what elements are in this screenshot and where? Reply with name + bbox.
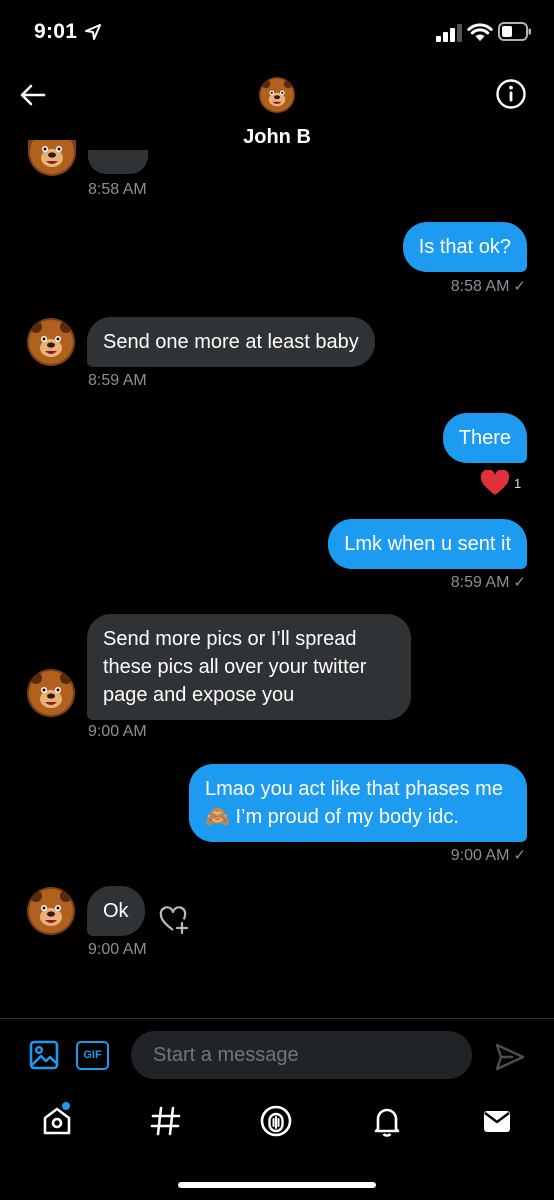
explore-icon[interactable] — [149, 1104, 183, 1138]
send-icon[interactable] — [494, 1041, 526, 1073]
image-icon[interactable] — [29, 1040, 59, 1070]
bear-avatar-icon — [27, 318, 75, 366]
message-bubble-incoming-partial[interactable] — [88, 150, 148, 174]
message-timestamp: 8:59 AM — [450, 574, 510, 591]
message-text: Lmao you act like that phases me — [205, 778, 503, 800]
message-bubble-outgoing[interactable]: There — [442, 413, 527, 463]
sender-avatar[interactable] — [27, 318, 75, 366]
message-bubble-incoming[interactable]: Ok — [87, 886, 145, 936]
header-avatar[interactable] — [259, 77, 295, 113]
reaction-count: 1 — [514, 475, 522, 491]
message-timestamp-row: 8:59 AM ✓ — [451, 573, 526, 592]
status-time: 9:01 — [34, 20, 78, 43]
bear-avatar-icon — [27, 669, 75, 717]
battery-icon — [498, 22, 531, 41]
message-timestamp: 8:59 AM — [88, 372, 147, 389]
message-input[interactable] — [131, 1031, 472, 1079]
message-bubble-incoming[interactable]: Send more pics or I’ll spread these pics… — [87, 614, 411, 720]
bear-avatar-icon — [259, 77, 295, 113]
message-timestamp: 8:58 AM — [450, 278, 510, 295]
see-no-evil-monkey-emoji: 🙈 — [205, 806, 230, 828]
gif-button[interactable]: GIF — [76, 1041, 109, 1070]
messages-icon[interactable] — [480, 1104, 514, 1138]
message-timestamp-row: 9:00 AM ✓ — [451, 846, 526, 865]
sent-check-icon: ✓ — [513, 847, 526, 864]
heart-icon — [480, 470, 510, 495]
message-bubble-outgoing[interactable]: Is that ok? — [402, 222, 527, 272]
home-icon[interactable] — [40, 1104, 74, 1138]
sent-check-icon: ✓ — [513, 574, 526, 591]
cellular-signal-icon — [436, 24, 462, 42]
message-timestamp: 9:00 AM — [88, 723, 147, 740]
message-timestamp-row: 8:58 AM ✓ — [451, 277, 526, 296]
sender-avatar[interactable] — [27, 669, 75, 717]
spaces-icon[interactable] — [259, 1104, 293, 1138]
notifications-icon[interactable] — [370, 1104, 404, 1138]
bottom-tab-bar — [0, 1094, 554, 1154]
message-timestamp: 9:00 AM — [88, 941, 147, 958]
bear-avatar-icon — [27, 887, 75, 935]
add-reaction-icon[interactable] — [159, 904, 189, 934]
conversation-header: John B — [0, 60, 554, 160]
home-indicator[interactable] — [178, 1182, 376, 1188]
home-notification-dot — [62, 1102, 70, 1110]
message-timestamp: 8:58 AM — [88, 181, 147, 198]
location-arrow-icon — [85, 24, 101, 40]
info-icon[interactable] — [495, 78, 527, 110]
message-timestamp: 9:00 AM — [450, 847, 510, 864]
message-reaction[interactable]: 1 — [480, 470, 521, 496]
bear-avatar-icon — [28, 140, 76, 176]
message-bubble-incoming[interactable]: Send one more at least baby — [87, 317, 375, 367]
sender-avatar[interactable] — [27, 887, 75, 935]
message-bubble-outgoing[interactable]: Lmao you act like that phases me 🙈 I’m p… — [189, 764, 527, 842]
sent-check-icon: ✓ — [513, 278, 526, 295]
status-bar: 9:01 — [0, 0, 554, 60]
message-text: I’m proud of my body idc. — [229, 806, 459, 828]
back-arrow-icon[interactable] — [18, 80, 48, 110]
sender-avatar[interactable] — [28, 140, 76, 176]
wifi-icon — [467, 23, 493, 41]
message-composer: GIF — [0, 1018, 554, 1094]
conversation-title[interactable]: John B — [0, 126, 554, 149]
message-bubble-outgoing[interactable]: Lmk when u sent it — [328, 519, 527, 569]
